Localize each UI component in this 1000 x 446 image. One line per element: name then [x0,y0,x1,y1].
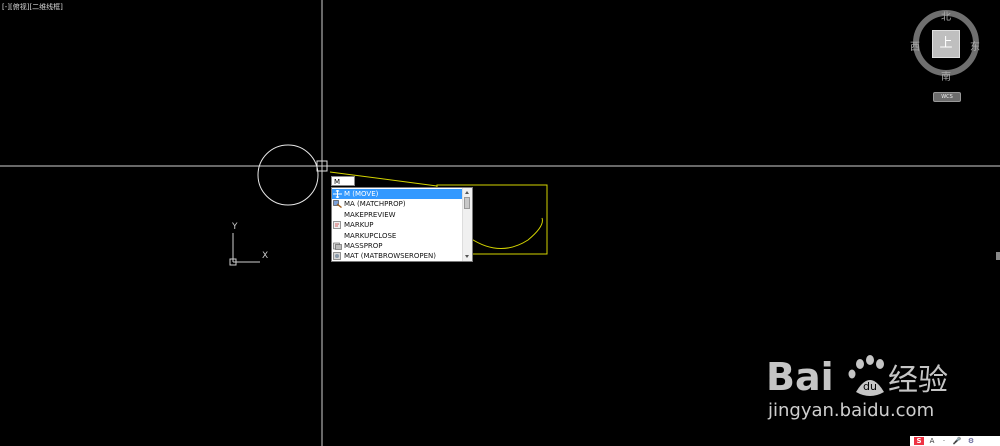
suggestion-label: MARKUP [344,221,374,230]
viewcube-south[interactable]: 南 [941,68,951,83]
suggestion-label: MA (MATCHPROP) [344,200,406,209]
command-autocomplete-list[interactable]: M (MOVE) MA (MATCHPROP) MAKEPREVIEW MARK… [331,187,473,262]
suggestion-label: M (MOVE) [344,190,379,198]
svg-text:du: du [863,380,877,393]
wcs-menu-button[interactable]: WCS [933,92,961,102]
baidu-watermark-logo: Bai du 经验 [766,355,948,399]
suggestion-label: MARKUPCLOSE [344,231,397,240]
svg-text:经验: 经验 [888,363,948,398]
sogou-ime-icon[interactable]: S [914,437,924,445]
scroll-down-arrow-icon[interactable] [465,255,469,258]
suggestion-matchprop[interactable]: MA (MATCHPROP) [332,199,463,209]
punctuation-icon[interactable]: · [940,437,948,445]
suggestion-matbrowseropen[interactable]: MAT (MATBROWSEROPEN) [332,251,463,261]
markup-icon [333,221,341,229]
circle-entity[interactable] [257,144,319,206]
svg-text:Bai: Bai [766,355,834,399]
massprop-icon [333,242,342,250]
move-icon [333,190,342,198]
ime-toolbar: S A · 🎤 ⚙ [910,436,1000,446]
suggestion-move[interactable]: M (MOVE) [332,189,463,200]
ucs-y-label: Y [232,222,238,232]
suggestion-markup[interactable]: MARKUP [332,220,463,230]
side-panel-tab[interactable] [996,252,1000,260]
viewcube-west[interactable]: 西 [910,38,920,53]
scroll-thumb[interactable] [464,197,470,209]
viewcube-top-face[interactable]: 上 [932,30,960,58]
arc-entity[interactable] [469,217,543,249]
viewcube-east[interactable]: 东 [970,38,980,53]
material-browser-icon [333,252,341,261]
voice-icon[interactable]: 🎤 [952,437,962,445]
suggestion-massprop[interactable]: MASSPROP [332,241,463,251]
suggestion-label: MASSPROP [344,242,383,250]
command-input[interactable]: M [331,176,355,186]
suggestion-label: MAKEPREVIEW [344,210,396,219]
language-indicator[interactable]: A [928,437,936,445]
settings-icon[interactable]: ⚙ [966,437,976,445]
suggestion-makepreview[interactable]: MAKEPREVIEW [332,210,463,220]
ucs-x-label: X [262,251,269,261]
suggestion-markupclose[interactable]: MARKUPCLOSE [332,231,463,241]
watermark-url: jingyan.baidu.com [768,400,935,421]
viewcube-north[interactable]: 北 [941,8,951,23]
scroll-up-arrow-icon[interactable] [465,191,469,194]
suggestion-label: MAT (MATBROWSEROPEN) [344,252,437,261]
autocomplete-scrollbar[interactable] [462,188,472,261]
matchprop-icon [333,200,342,209]
